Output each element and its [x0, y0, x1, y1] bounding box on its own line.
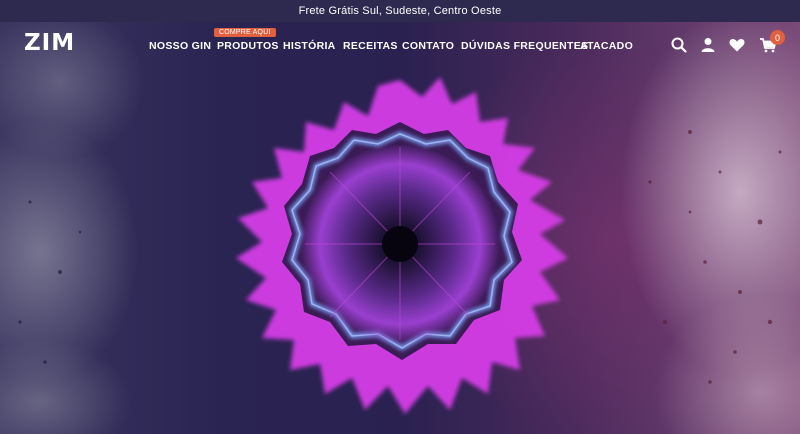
- cart-count-badge: 0: [770, 30, 785, 45]
- account-icon[interactable]: [699, 36, 717, 54]
- compre-aqui-badge: COMPRE AQUI: [214, 28, 276, 37]
- cart-icon[interactable]: 0: [759, 30, 785, 54]
- nav-atacado[interactable]: ATACADO: [580, 40, 633, 52]
- brand-logo[interactable]: ZIM: [24, 30, 75, 56]
- hero-bloom-graphic: [18, 77, 782, 414]
- nav-historia[interactable]: HISTÓRIA: [283, 40, 336, 52]
- announcement-bar: Frete Grátis Sul, Sudeste, Centro Oeste: [0, 0, 800, 22]
- nav-produtos-label: PRODUTOS: [217, 40, 279, 52]
- nav-receitas[interactable]: RECEITAS: [343, 40, 398, 52]
- nav-produtos[interactable]: COMPRE AQUI PRODUTOS: [214, 28, 279, 52]
- announcement-text: Frete Grátis Sul, Sudeste, Centro Oeste: [298, 5, 502, 17]
- nav-nosso-gin[interactable]: NOSSO GIN: [149, 40, 211, 52]
- search-icon[interactable]: [670, 36, 688, 54]
- hero-banner: [0, 22, 800, 434]
- wishlist-heart-icon[interactable]: [728, 36, 746, 54]
- nav-contato[interactable]: CONTATO: [402, 40, 454, 52]
- nav-duvidas-frequentes[interactable]: DÚVIDAS FREQUENTES: [461, 40, 588, 52]
